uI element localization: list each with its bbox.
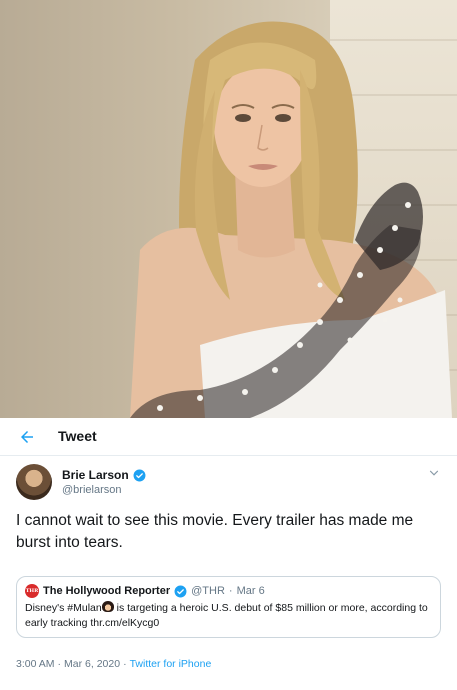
separator-dot: ·	[57, 658, 62, 670]
tweet-photo[interactable]	[0, 0, 457, 418]
quoted-author-handle: @THR	[191, 585, 225, 597]
tweet-card: Tweet Brie Larson @brielarson I cannot w…	[0, 418, 457, 690]
tweet-time[interactable]: 3:00 AM	[16, 658, 55, 670]
arrow-left-icon[interactable]	[18, 428, 36, 446]
quoted-date: Mar 6	[236, 585, 265, 597]
thr-logo-avatar: THR	[25, 584, 39, 598]
avatar[interactable]	[16, 464, 52, 500]
tweet-text: I cannot wait to see this movie. Every t…	[16, 512, 414, 551]
quoted-tweet-header: THR The Hollywood Reporter @THR · Mar 6	[25, 584, 265, 598]
separator-dot: ·	[228, 585, 233, 597]
quoted-text-part1: Disney's #Mulan	[25, 602, 102, 614]
verified-badge-icon	[133, 469, 146, 481]
author-name-row[interactable]: Brie Larson	[62, 468, 146, 482]
separator-dot: ·	[123, 658, 127, 670]
tweet-header: Tweet	[0, 418, 457, 456]
quoted-tweet[interactable]: THR The Hollywood Reporter @THR · Mar 6 …	[16, 576, 441, 638]
verified-badge-icon	[174, 585, 187, 597]
quoted-author-name: The Hollywood Reporter	[43, 585, 171, 597]
tweet-meta: 3:00 AM · Mar 6, 2020 · Twitter for iPho…	[16, 658, 211, 670]
chevron-down-icon[interactable]	[427, 466, 441, 480]
tweet-client-link[interactable]: Twitter for iPhone	[130, 658, 212, 670]
tweet-date[interactable]: Mar 6, 2020	[64, 658, 120, 670]
mulan-emoji-icon	[101, 601, 114, 612]
author-name[interactable]: Brie Larson	[62, 468, 129, 482]
page-title: Tweet	[58, 428, 97, 444]
portrait-illustration	[130, 21, 457, 418]
author-handle[interactable]: @brielarson	[62, 484, 121, 496]
quoted-tweet-text: Disney's #Mulan is targeting a heroic U.…	[25, 601, 435, 631]
